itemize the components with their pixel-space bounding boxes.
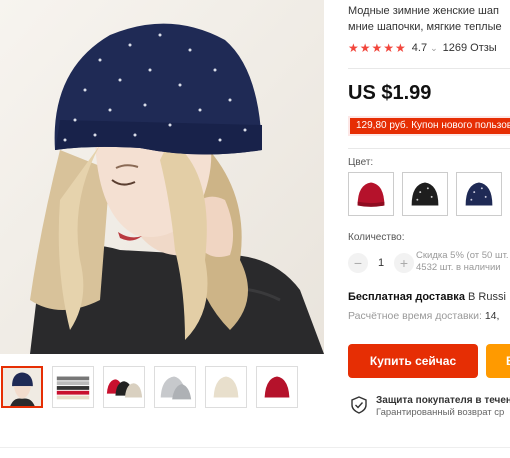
rating-row: ★★★★★ 4.7 ⌄ 1269 Отзы (348, 40, 497, 56)
color-swatch-navy[interactable] (456, 172, 502, 216)
divider (0, 447, 510, 448)
reviews-link[interactable]: 1269 Отзы (443, 42, 497, 54)
quantity-stepper: − 1 + (348, 252, 414, 274)
divider (348, 148, 510, 149)
delivery-time-label: Расчётное время доставки: (348, 310, 482, 322)
shipping-info: Бесплатная доставка B Russi (348, 291, 506, 303)
quantity-input[interactable]: 1 (368, 257, 394, 269)
thumbnail-stack-folded[interactable] (52, 366, 94, 408)
coupon-banner[interactable]: 129,80 руб. Купон нового пользов (348, 116, 510, 136)
product-title[interactable]: Модные зимние женские шап мние шапочки, … (348, 3, 510, 35)
coupon-text: 129,80 руб. Купон нового пользов (350, 118, 510, 134)
buyer-protection-title[interactable]: Защита покупателя в течен (376, 395, 510, 406)
product-title-line2: мние шапочки, мягкие теплые (348, 21, 502, 33)
quantity-increase-button[interactable]: + (394, 253, 414, 273)
quantity-notes: Скидка 5% (от 50 шт. 4532 шт. в наличии (416, 250, 509, 274)
color-label: Цвет: (348, 157, 374, 168)
rating-value: 4.7 (411, 42, 428, 54)
thumbnail-beige[interactable] (205, 366, 247, 408)
delivery-time: Расчётное время доставки: 14, (348, 310, 499, 322)
buyer-protection-subtitle: Гарантированный возврат ср (376, 407, 505, 418)
main-product-image[interactable] (0, 0, 324, 354)
rating-stars-icon: ★★★★★ (348, 41, 407, 55)
thumbnail-model-navy[interactable] (1, 366, 43, 408)
quantity-label: Количество: (348, 232, 405, 243)
thumbnail-strip (0, 366, 324, 408)
color-swatch-black[interactable] (402, 172, 448, 216)
stock-note: 4532 шт. в наличии (416, 262, 501, 273)
thumbnail-multicolor[interactable] (103, 366, 145, 408)
divider (348, 68, 510, 69)
shipping-destination[interactable]: B Russi (465, 291, 506, 303)
buy-now-button[interactable]: Купить сейчас (348, 344, 478, 378)
thumbnail-grey[interactable] (154, 366, 196, 408)
product-title-line1: Модные зимние женские шап (348, 5, 499, 17)
color-swatch-red[interactable] (348, 172, 394, 216)
price: US $1.99 (348, 82, 432, 104)
chevron-down-icon[interactable]: ⌄ (430, 43, 438, 54)
shield-check-icon (351, 396, 367, 414)
thumbnail-red[interactable] (256, 366, 298, 408)
product-info-panel: Модные зимние женские шап мние шапочки, … (348, 0, 510, 458)
bulk-discount-note: Скидка 5% (от 50 шт. (416, 250, 509, 261)
add-to-cart-button[interactable]: В (486, 344, 510, 378)
free-shipping-label: Бесплатная доставка (348, 291, 465, 303)
quantity-decrease-button[interactable]: − (348, 253, 368, 273)
delivery-time-value: 14, (481, 310, 500, 322)
